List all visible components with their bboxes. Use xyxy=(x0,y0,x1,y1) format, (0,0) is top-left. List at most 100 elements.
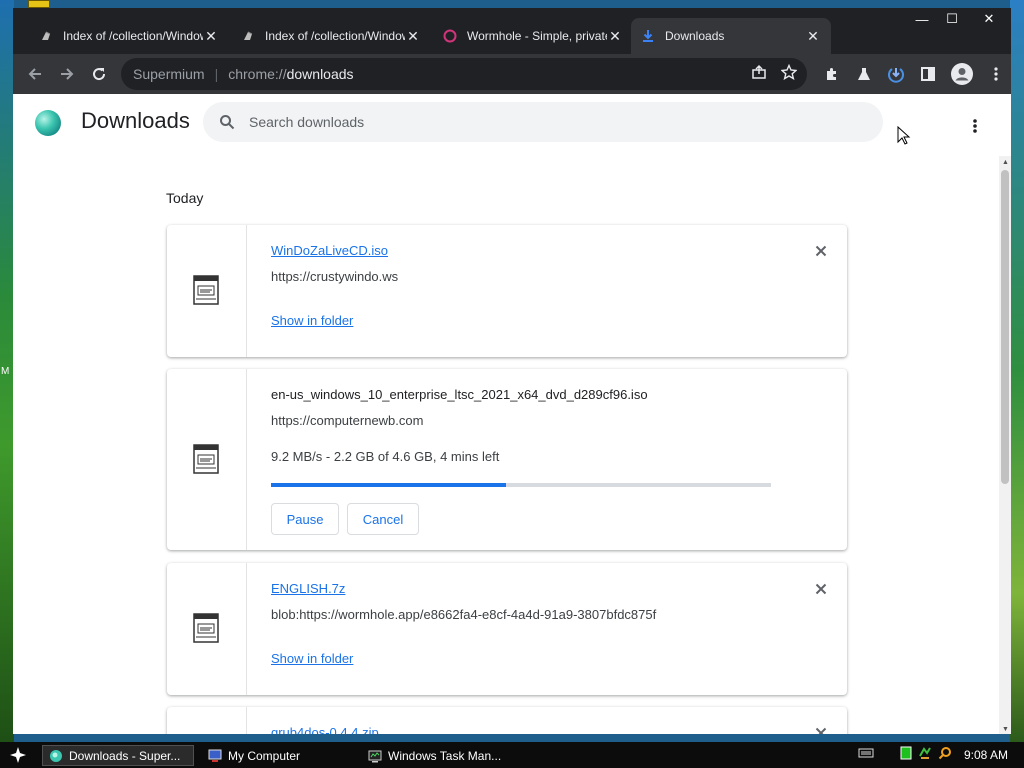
tab-close-icon[interactable]: ✕ xyxy=(805,28,821,45)
tab-index-collection-2[interactable]: Index of /collection/Window ✕ xyxy=(231,18,431,54)
file-icon-column xyxy=(167,707,247,734)
task-manager-icon xyxy=(368,749,382,763)
download-item-in-progress: en-us_windows_10_enterprise_ltsc_2021_x6… xyxy=(167,369,847,550)
keyboard-icon[interactable] xyxy=(858,746,874,764)
taskbar-clock: 9:08 AM xyxy=(963,748,1008,762)
browser-window: Index of /collection/Window ✕ Index of /… xyxy=(13,8,1011,734)
search-input[interactable] xyxy=(249,114,809,130)
download-source-url: https://crustywindo.ws xyxy=(271,269,399,284)
forward-arrow-icon[interactable] xyxy=(51,58,83,90)
tab-strip: Index of /collection/Window ✕ Index of /… xyxy=(13,8,1011,55)
address-divider: | xyxy=(214,66,219,82)
scrollbar-thumb[interactable] xyxy=(1001,170,1009,484)
downloads-toolbar-icon[interactable] xyxy=(883,58,909,90)
download-progress-fill xyxy=(271,483,506,487)
download-file-name[interactable]: WinDoZaLiveCD.iso xyxy=(271,243,388,258)
taskbar-item-downloads[interactable]: Downloads - Super... xyxy=(42,745,194,766)
download-status: 9.2 MB/s - 2.2 GB of 4.6 GB, 4 mins left xyxy=(271,449,500,464)
taskbar-item-label: Downloads - Super... xyxy=(69,748,181,763)
address-bar[interactable]: Supermium | chrome://downloads xyxy=(121,58,807,90)
reload-icon[interactable] xyxy=(83,58,115,90)
page-title: Downloads xyxy=(81,108,190,133)
download-file-name[interactable]: ENGLISH.7z xyxy=(271,581,345,596)
extension-area xyxy=(819,58,1009,90)
remove-download-icon[interactable] xyxy=(813,725,829,734)
window-controls: — ☐ ✕ xyxy=(907,8,1011,30)
taskbar: Downloads - Super... My Computer Windows… xyxy=(0,742,1024,768)
tab-downloads[interactable]: Downloads ✕ xyxy=(631,18,831,54)
download-file-name: en-us_windows_10_enterprise_ltsc_2021_x6… xyxy=(271,387,648,402)
download-source-url: https://computernewb.com xyxy=(271,413,424,428)
download-item: WinDoZaLiveCD.iso https://crustywindo.ws… xyxy=(167,225,847,357)
file-icon xyxy=(193,275,219,305)
tab-close-icon[interactable]: ✕ xyxy=(203,28,219,45)
show-in-folder-link[interactable]: Show in folder xyxy=(271,651,353,666)
scroll-up-icon[interactable]: ▲ xyxy=(1002,159,1009,166)
tab-close-icon[interactable]: ✕ xyxy=(405,28,421,45)
downloads-page: Downloads Today WinDoZaLiveCD.iso https xyxy=(13,94,1011,734)
maximize-button[interactable]: ☐ xyxy=(937,8,967,30)
tab-title: Downloads xyxy=(665,29,725,43)
archive-org-icon xyxy=(241,29,255,43)
download-source-url: blob:https://wormhole.app/e8662fa4-e8cf-… xyxy=(271,607,657,622)
url-scheme: chrome:// xyxy=(228,66,287,82)
start-button[interactable] xyxy=(0,742,36,768)
url-text: chrome://downloads xyxy=(228,66,353,82)
page-menu-icon[interactable] xyxy=(963,114,987,138)
network-status-icon[interactable] xyxy=(900,746,912,765)
mouse-cursor-icon xyxy=(897,125,911,151)
taskbar-item-label: My Computer xyxy=(228,748,301,763)
bookmark-star-icon[interactable] xyxy=(780,63,798,84)
scroll-down-icon[interactable]: ▼ xyxy=(1002,726,1009,733)
my-computer-icon xyxy=(208,749,222,763)
date-section-label: Today xyxy=(166,190,204,206)
taskbar-item-my-computer[interactable]: My Computer xyxy=(202,745,352,766)
omnibox-actions xyxy=(751,63,798,84)
file-icon xyxy=(193,613,219,643)
remove-download-icon[interactable] xyxy=(813,581,829,597)
downloads-header: Downloads xyxy=(13,94,1011,154)
browser-toolbar: Supermium | chrome://downloads xyxy=(13,54,1011,94)
close-window-button[interactable]: ✕ xyxy=(967,8,1011,30)
tab-title: Index of /collection/Window xyxy=(63,29,203,43)
download-file-name[interactable]: grub4dos-0.4.4.zip xyxy=(271,725,379,734)
supermium-icon xyxy=(49,749,63,763)
desktop-background-right xyxy=(1010,0,1024,742)
browser-menu-icon[interactable] xyxy=(983,58,1009,90)
download-item: grub4dos-0.4.4.zip xyxy=(167,707,847,734)
minimize-button[interactable]: — xyxy=(907,8,937,30)
tab-title: Wormhole - Simple, private xyxy=(467,29,607,43)
show-in-folder-link[interactable]: Show in folder xyxy=(271,313,353,328)
desktop-edge-text: M xyxy=(1,366,10,377)
search-box[interactable] xyxy=(203,102,883,142)
share-icon[interactable] xyxy=(751,64,767,84)
system-tray: 9:08 AM xyxy=(858,742,1024,768)
tab-wormhole[interactable]: Wormhole - Simple, private ✕ xyxy=(433,18,633,54)
shield-icon[interactable] xyxy=(918,746,932,765)
tab-title: Index of /collection/Window xyxy=(265,29,405,43)
page-scrollbar[interactable]: ▲ ▼ xyxy=(999,156,1011,734)
profile-avatar-icon[interactable] xyxy=(947,58,977,90)
tab-close-icon[interactable]: ✕ xyxy=(607,28,623,45)
labs-flask-icon[interactable] xyxy=(851,58,877,90)
download-item: ENGLISH.7z blob:https://wormhole.app/e86… xyxy=(167,563,847,695)
download-progress-bar xyxy=(271,483,771,487)
cancel-button[interactable]: Cancel xyxy=(347,503,419,535)
search-icon xyxy=(217,112,237,132)
site-name-label: Supermium xyxy=(133,66,205,82)
search-tray-icon[interactable] xyxy=(938,746,952,765)
wormhole-icon xyxy=(443,29,457,43)
download-icon xyxy=(641,29,655,43)
taskbar-item-label: Windows Task Man... xyxy=(388,748,502,763)
file-icon xyxy=(193,444,219,474)
supermium-logo-icon xyxy=(35,110,61,136)
desktop-folder-icon[interactable] xyxy=(28,0,50,8)
url-path: downloads xyxy=(286,66,354,82)
back-arrow-icon[interactable] xyxy=(19,58,51,90)
taskbar-item-task-manager[interactable]: Windows Task Man... xyxy=(362,745,512,766)
remove-download-icon[interactable] xyxy=(813,243,829,259)
side-panel-icon[interactable] xyxy=(915,58,941,90)
extensions-puzzle-icon[interactable] xyxy=(819,58,845,90)
tab-index-collection-1[interactable]: Index of /collection/Window ✕ xyxy=(29,18,229,54)
pause-button[interactable]: Pause xyxy=(271,503,339,535)
